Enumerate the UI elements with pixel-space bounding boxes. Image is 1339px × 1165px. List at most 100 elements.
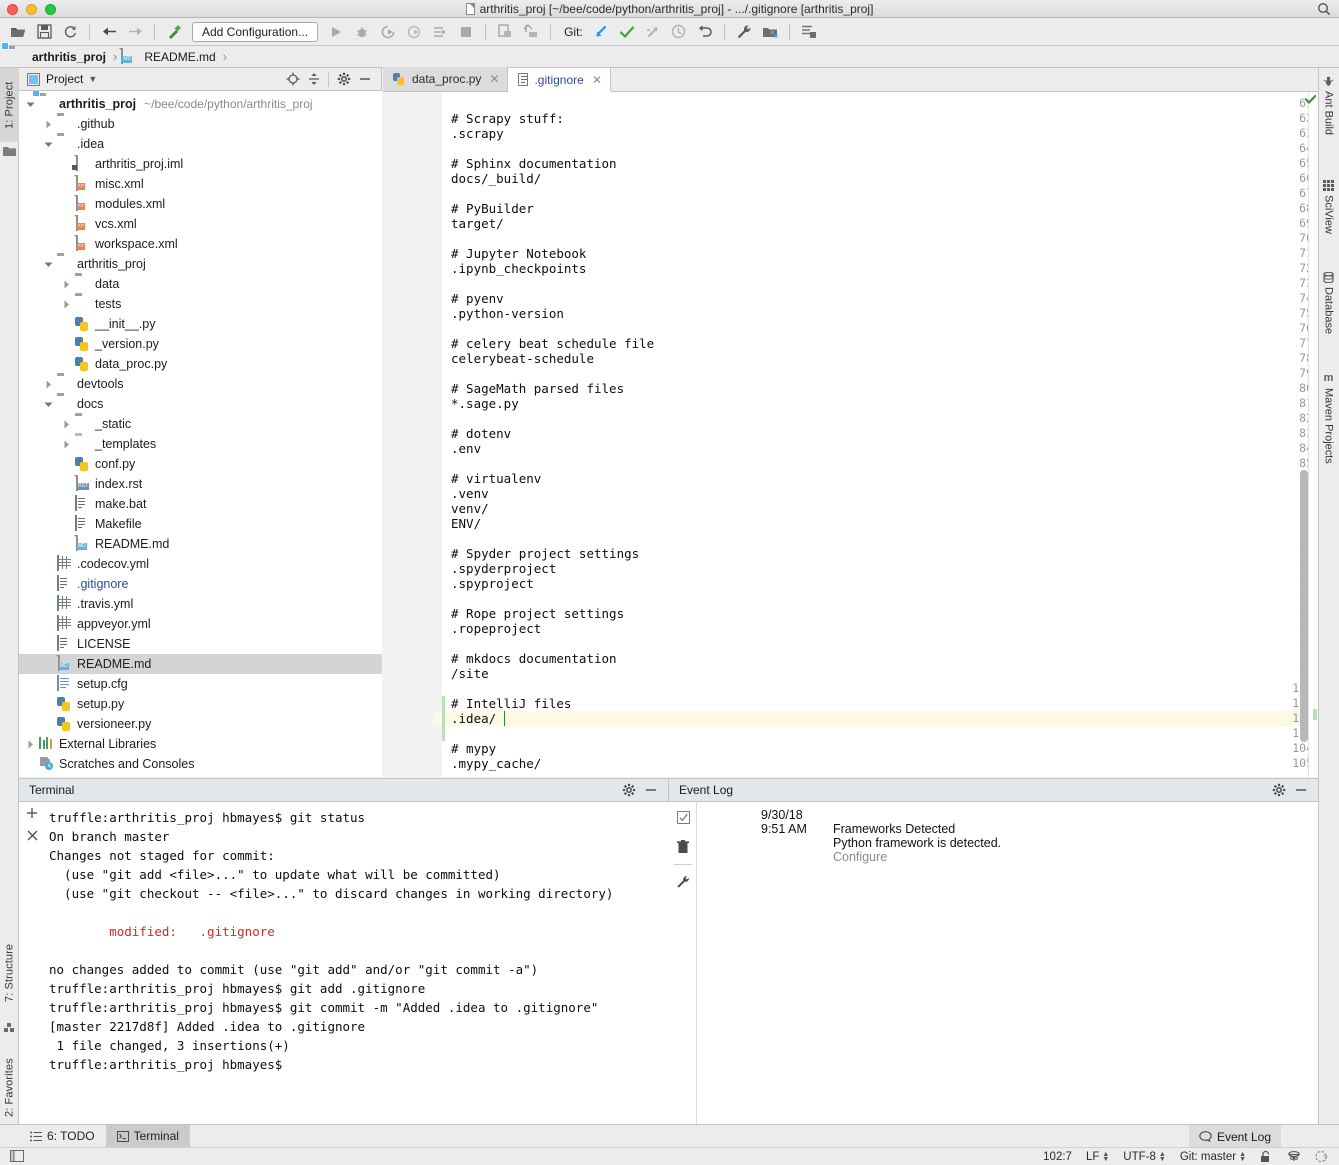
chevron-right-icon[interactable] [25,739,36,750]
tree-node-conf-py[interactable]: conf.py [19,454,382,474]
caret-position[interactable]: 102:7 [1043,1151,1072,1163]
tree-node-license[interactable]: LICENSE [19,634,382,654]
commit-icon[interactable] [615,21,639,43]
open-folder-icon[interactable] [6,21,30,43]
gear-icon[interactable] [333,69,354,89]
tree-node-devtools[interactable]: devtools [19,374,382,394]
bottom-tab-todo[interactable]: 6: TODO [19,1125,106,1148]
back-arrow-icon[interactable] [97,21,121,43]
close-session-x-icon[interactable] [19,824,45,846]
tree-node-setup-cfg[interactable]: setup.cfg [19,674,382,694]
close-icon[interactable]: ✕ [489,72,499,86]
run-coverage-icon[interactable] [376,21,400,43]
tree-node-misc-xml[interactable]: <> misc.xml [19,174,382,194]
line-separator-selector[interactable]: LF ▲ ▼ [1086,1151,1109,1163]
gear-icon[interactable] [1268,780,1290,800]
tree-node-static[interactable]: _static [19,414,382,434]
attach-debugger-icon[interactable] [493,21,517,43]
tree-node-appveyor-yml[interactable]: appveyor.yml [19,614,382,634]
maximize-window-button[interactable] [45,4,56,15]
tree-node-versioneer-py[interactable]: versioneer.py [19,714,382,734]
tree-node-templates[interactable]: _templates [19,434,382,454]
chevron-right-icon[interactable] [43,379,54,390]
mark-read-icon[interactable] [669,805,697,829]
stop-icon[interactable] [454,21,478,43]
build-hammer-icon[interactable] [162,21,186,43]
search-everywhere-icon[interactable] [1317,2,1331,16]
sidebar-item-ant-build[interactable]: Ant Build [1318,72,1339,156]
background-tasks-icon[interactable]: ? [1315,1150,1329,1163]
chevron-down-icon[interactable] [43,399,54,410]
chevron-down-icon[interactable]: ▼ [88,74,97,84]
lock-open-icon[interactable] [1260,1150,1273,1163]
editor-tab-gitignore[interactable]: .gitignore ✕ [508,68,611,92]
minimize-window-button[interactable] [26,4,37,15]
chevron-right-icon[interactable] [61,419,72,430]
add-configuration-button[interactable]: Add Configuration... [192,21,319,42]
chevron-right-icon[interactable] [43,119,54,130]
tree-node-readme-md[interactable]: MD README.md [19,654,382,674]
tree-node-workspace-xml[interactable]: <> workspace.xml [19,234,382,254]
locate-icon[interactable] [282,69,303,89]
chevron-right-icon[interactable] [61,279,72,290]
tree-node-data[interactable]: data [19,274,382,294]
tree-node-idea[interactable]: .idea [19,134,382,154]
code-viewport[interactable]: 61 62 63 64 65 66 67 68 69 70 71 72 73 74 75 76 77 78 79 80… [383,92,1318,777]
breadcrumb-item-file[interactable]: MD README.md [120,47,219,65]
tree-node-makefile[interactable]: Makefile [19,514,382,534]
hide-icon[interactable] [640,780,662,800]
tree-node-docs[interactable]: docs [19,394,382,414]
chevron-down-icon[interactable] [25,99,36,110]
toggle-layout-icon[interactable] [797,21,821,43]
show-tool-windows-icon[interactable] [10,1149,25,1164]
tree-node-scratches-and-consoles[interactable]: Scratches and Consoles [19,754,382,774]
sidebar-item-database[interactable]: Database [1318,268,1339,354]
tree-node-modules-xml[interactable]: <> modules.xml [19,194,382,214]
tree-node-external-libraries[interactable]: External Libraries [19,734,382,754]
bottom-tab-terminal[interactable]: Terminal [105,1124,190,1148]
sidebar-item-sciview[interactable]: SciView [1318,176,1339,250]
close-icon[interactable]: ✕ [592,73,602,87]
sync-icon[interactable] [58,21,82,43]
tree-node-readme-md[interactable]: MD README.md [19,534,382,554]
editor-tab-data_proc[interactable]: data_proc.py ✕ [383,67,509,91]
collapse-all-icon[interactable] [303,69,324,89]
error-stripe-marker-panel[interactable] [1305,92,1318,777]
tree-node-github[interactable]: .github [19,114,382,134]
sidebar-item-project[interactable]: 1: Project [0,68,19,142]
tree-node-arthritis-proj[interactable]: arthritis_proj ~/bee/code/python/arthriti… [19,94,382,114]
sidebar-item-structure[interactable]: 7: Structure [0,932,19,1014]
debug-icon[interactable] [350,21,374,43]
close-window-button[interactable] [7,4,18,15]
gear-icon[interactable] [618,780,640,800]
rollback-icon[interactable] [693,21,717,43]
chevron-right-icon[interactable] [61,299,72,310]
profile-icon[interactable] [402,21,426,43]
tree-node-data-proc-py[interactable]: data_proc.py [19,354,382,374]
settings-wrench-icon[interactable] [732,21,756,43]
run-icon[interactable] [324,21,348,43]
tree-node-gitignore[interactable]: .gitignore [19,574,382,594]
tree-node-codecov-yml[interactable]: .codecov.yml [19,554,382,574]
trash-icon[interactable] [669,835,697,859]
hide-icon[interactable] [354,69,375,89]
save-all-icon[interactable] [32,21,56,43]
tree-node-version-py[interactable]: _version.py [19,334,382,354]
push-icon[interactable] [641,21,665,43]
breadcrumb-item-project[interactable]: arthritis_proj [8,49,110,65]
deploy-icon[interactable] [519,21,543,43]
run-with-args-icon[interactable] [428,21,452,43]
hide-icon[interactable] [1290,780,1312,800]
sidebar-item-favorites[interactable]: 2: Favorites [0,1046,19,1130]
tree-node-index-rst[interactable]: RST index.rst [19,474,382,494]
tree-node-setup-py[interactable]: setup.py [19,694,382,714]
tree-node-vcs-xml[interactable]: <> vcs.xml [19,214,382,234]
project-structure-icon[interactable] [758,21,782,43]
chevron-down-icon[interactable] [43,139,54,150]
encoding-selector[interactable]: UTF-8 ▲ ▼ [1123,1151,1166,1163]
forward-arrow-icon[interactable] [123,21,147,43]
chevron-down-icon[interactable] [43,259,54,270]
tree-node-travis-yml[interactable]: .travis.yml [19,594,382,614]
editor-vertical-scrollbar[interactable] [1300,470,1308,742]
tree-node-make-bat[interactable]: make.bat [19,494,382,514]
